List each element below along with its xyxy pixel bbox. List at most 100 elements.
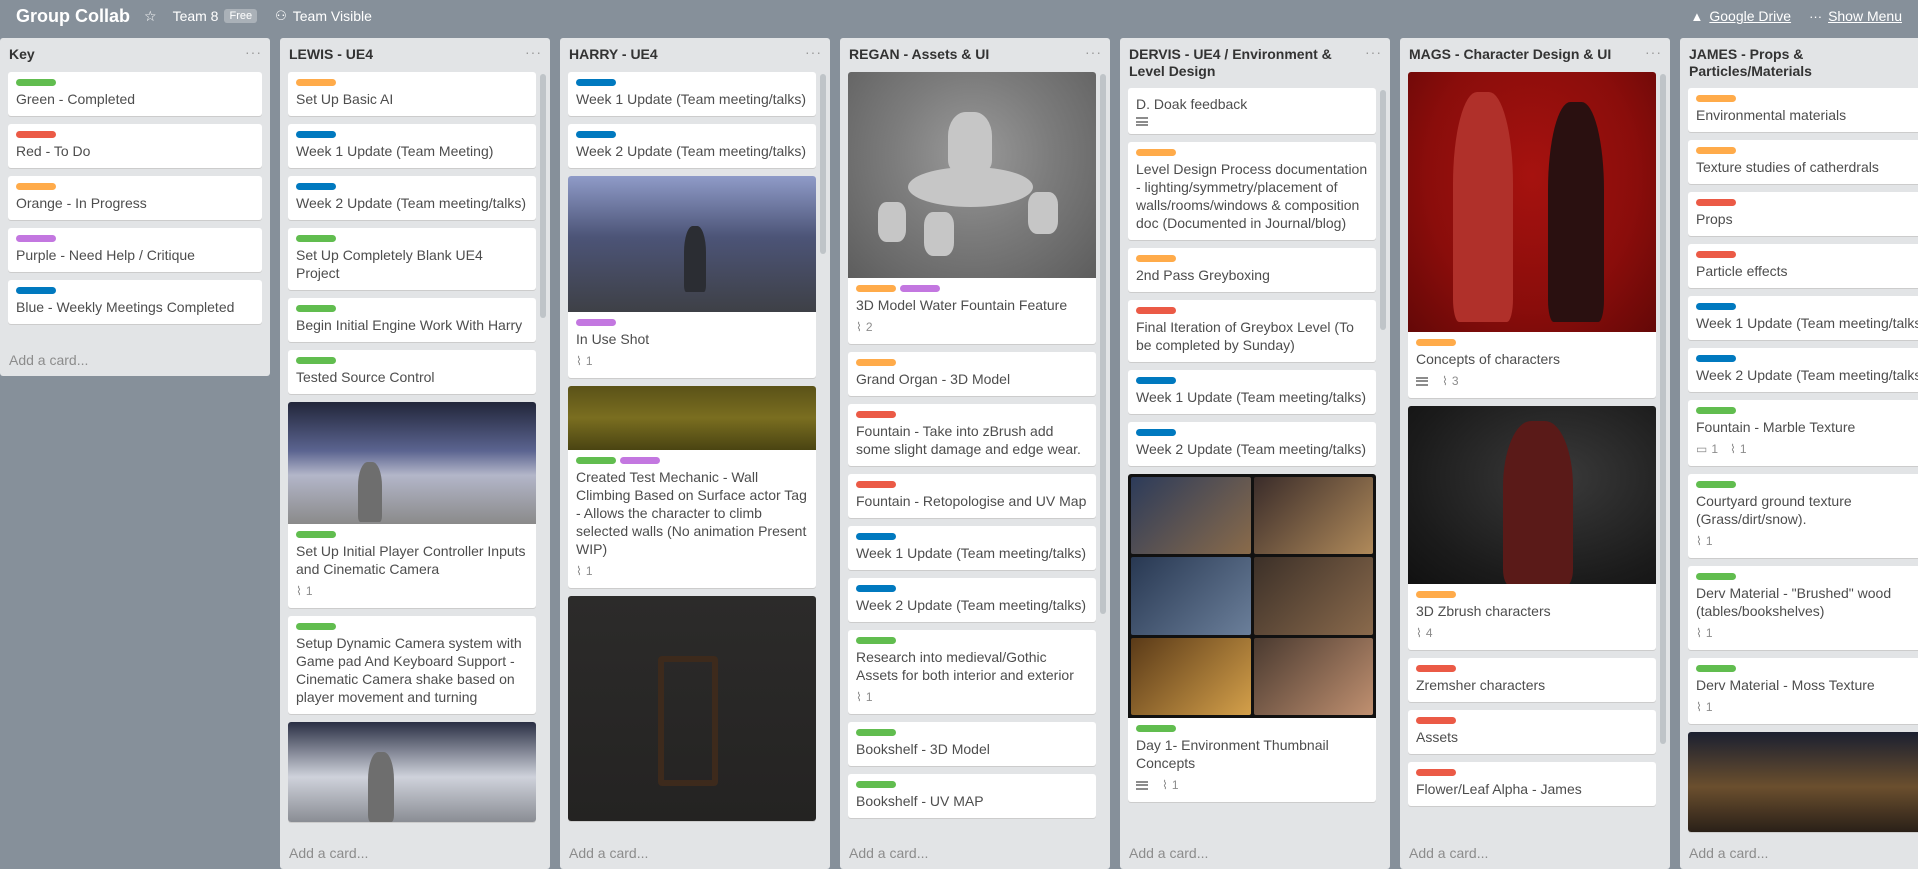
scrollbar[interactable] bbox=[820, 74, 826, 254]
list-card[interactable]: Concepts of characters ⌇ 3 bbox=[1408, 72, 1656, 398]
list-card[interactable]: Week 2 Update (Team meeting/talks) bbox=[848, 578, 1096, 622]
list-card[interactable]: Texture studies of catherdrals bbox=[1688, 140, 1918, 184]
list-card[interactable]: Begin Initial Engine Work With Harry bbox=[288, 298, 536, 342]
list-menu-icon[interactable]: ··· bbox=[245, 45, 262, 59]
list-card[interactable]: Fountain - Marble Texture ▭ 1 ⌇ 1 bbox=[1688, 400, 1918, 466]
list-card[interactable]: Bookshelf - 3D Model bbox=[848, 722, 1096, 766]
list-dervis: DERVIS - UE4 / Environment & Level Desig… bbox=[1120, 38, 1390, 869]
card-label bbox=[1696, 573, 1736, 580]
list-card[interactable]: Setup Dynamic Camera system with Game pa… bbox=[288, 616, 536, 714]
list-menu-icon[interactable]: ··· bbox=[1645, 45, 1662, 59]
list-card[interactable]: Assets bbox=[1408, 710, 1656, 754]
paperclip-icon: ⌇ bbox=[856, 690, 862, 704]
list-card[interactable]: Derv Material - "Brushed" wood (tables/b… bbox=[1688, 566, 1918, 650]
show-menu-button[interactable]: ··· Show Menu bbox=[1809, 8, 1902, 24]
list-card[interactable]: Level Design Process documentation - lig… bbox=[1128, 142, 1376, 240]
list-card[interactable]: Flower/Leaf Alpha - James bbox=[1408, 762, 1656, 806]
image-card[interactable] bbox=[1688, 732, 1918, 832]
add-card-button[interactable]: Add a card... bbox=[849, 845, 928, 861]
card-label bbox=[576, 79, 616, 86]
list-card[interactable]: Set Up Initial Player Controller Inputs … bbox=[288, 402, 536, 608]
list-card[interactable]: Courtyard ground texture (Grass/dirt/sno… bbox=[1688, 474, 1918, 558]
list-menu-icon[interactable]: ··· bbox=[525, 45, 542, 59]
scrollbar[interactable] bbox=[1380, 90, 1386, 330]
list-card[interactable]: Set Up Completely Blank UE4 Project bbox=[288, 228, 536, 290]
list-card[interactable]: Week 1 Update (Team meeting/talks) bbox=[848, 526, 1096, 570]
list-card[interactable]: Week 2 Update (Team meeting/talks) bbox=[288, 176, 536, 220]
list-card[interactable]: Created Test Mechanic - Wall Climbing Ba… bbox=[568, 386, 816, 588]
card-label bbox=[16, 79, 56, 86]
list-card[interactable]: Fountain - Retopologise and UV Map bbox=[848, 474, 1096, 518]
list-card[interactable]: Research into medieval/Gothic Assets for… bbox=[848, 630, 1096, 714]
card-labels bbox=[1416, 339, 1648, 346]
list-card[interactable]: Week 1 Update (Team Meeting) bbox=[288, 124, 536, 168]
list-card[interactable]: Tested Source Control bbox=[288, 350, 536, 394]
list-card[interactable]: Orange - In Progress bbox=[8, 176, 262, 220]
list-card[interactable]: Week 1 Update (Team meeting/talks) bbox=[1128, 370, 1376, 414]
add-card-button[interactable]: Add a card... bbox=[569, 845, 648, 861]
list-card[interactable]: In Use Shot ⌇ 1 bbox=[568, 176, 816, 378]
card-cover-image bbox=[1408, 406, 1656, 584]
team-button[interactable]: Team 8 Free bbox=[173, 8, 258, 24]
list-card[interactable]: Blue - Weekly Meetings Completed bbox=[8, 280, 262, 324]
comment-icon: ▭ bbox=[1696, 442, 1708, 456]
image-card[interactable] bbox=[568, 596, 816, 821]
list-card[interactable]: Day 1- Environment Thumbnail Concepts ⌇ 1 bbox=[1128, 474, 1376, 802]
attachment-badge: ⌇ 1 bbox=[296, 582, 313, 600]
card-title: Derv Material - Moss Texture bbox=[1696, 677, 1875, 693]
google-drive-button[interactable]: ▲ Google Drive bbox=[1690, 8, 1791, 24]
list-card[interactable]: Final Iteration of Greybox Level (To be … bbox=[1128, 300, 1376, 362]
list-card[interactable]: Red - To Do bbox=[8, 124, 262, 168]
visibility-button[interactable]: ⚇ Team Visible bbox=[275, 8, 372, 24]
list-card[interactable]: Zremsher characters bbox=[1408, 658, 1656, 702]
card-label bbox=[1696, 665, 1736, 672]
list-mags: MAGS - Character Design & UI ··· Concepts… bbox=[1400, 38, 1670, 869]
card-badges: ⌇ 2 bbox=[856, 318, 1088, 336]
card-badges bbox=[1136, 117, 1368, 126]
list-card[interactable]: 3D Zbrush characters ⌇ 4 bbox=[1408, 406, 1656, 650]
list-card[interactable]: Set Up Basic AI bbox=[288, 72, 536, 116]
list-menu-icon[interactable]: ··· bbox=[1085, 45, 1102, 59]
list-card[interactable]: Particle effects bbox=[1688, 244, 1918, 288]
list-card[interactable]: Props bbox=[1688, 192, 1918, 236]
scrollbar[interactable] bbox=[1100, 74, 1106, 614]
list-card[interactable]: Purple - Need Help / Critique bbox=[8, 228, 262, 272]
list-card[interactable]: Week 2 Update (Team meeting/talks) bbox=[1688, 348, 1918, 392]
card-title: Week 2 Update (Team meeting/talks) bbox=[1696, 367, 1918, 383]
list-menu-icon[interactable]: ··· bbox=[805, 45, 822, 59]
list-card[interactable]: Week 1 Update (Team meeting/talks) bbox=[1688, 296, 1918, 340]
attachment-badge: ⌇ 1 bbox=[1730, 440, 1747, 458]
add-card-button[interactable]: Add a card... bbox=[9, 352, 88, 368]
add-card-button[interactable]: Add a card... bbox=[1129, 845, 1208, 861]
star-icon[interactable]: ☆ bbox=[144, 8, 157, 25]
card-labels bbox=[576, 457, 808, 464]
card-badges: ▭ 1 ⌇ 1 bbox=[1696, 440, 1918, 458]
list-card[interactable]: Week 2 Update (Team meeting/talks) bbox=[568, 124, 816, 168]
card-title: 1 bbox=[305, 584, 313, 598]
comment-badge: ▭ 1 bbox=[1696, 440, 1718, 458]
add-card-button[interactable]: Add a card... bbox=[1409, 845, 1488, 861]
scrollbar[interactable] bbox=[540, 74, 546, 318]
list-menu-icon[interactable]: ··· bbox=[1365, 45, 1382, 59]
list-card[interactable]: 3D Model Water Fountain Feature ⌇ 2 bbox=[848, 72, 1096, 344]
add-card-button[interactable]: Add a card... bbox=[289, 845, 368, 861]
list-card[interactable]: 2nd Pass Greyboxing bbox=[1128, 248, 1376, 292]
list-card[interactable]: Environmental materials bbox=[1688, 88, 1918, 132]
board-title[interactable]: Group Collab bbox=[16, 6, 130, 27]
card-title: Tested Source Control bbox=[296, 369, 435, 385]
add-card-button[interactable]: Add a card... bbox=[1689, 845, 1768, 861]
card-labels bbox=[856, 411, 1088, 418]
list-card[interactable]: Grand Organ - 3D Model bbox=[848, 352, 1096, 396]
list-card[interactable]: Fountain - Take into zBrush add some sli… bbox=[848, 404, 1096, 466]
image-card[interactable] bbox=[288, 722, 536, 822]
attachment-badge: ⌇ 1 bbox=[1696, 698, 1713, 716]
scrollbar[interactable] bbox=[1660, 74, 1666, 744]
list-card[interactable]: Week 1 Update (Team meeting/talks) bbox=[568, 72, 816, 116]
list-card[interactable]: D. Doak feedback bbox=[1128, 88, 1376, 134]
list-card[interactable]: Green - Completed bbox=[8, 72, 262, 116]
card-labels bbox=[856, 533, 1088, 540]
list-card[interactable]: Derv Material - Moss Texture ⌇ 1 bbox=[1688, 658, 1918, 724]
list-card[interactable]: Bookshelf - UV MAP bbox=[848, 774, 1096, 818]
list-card[interactable]: Week 2 Update (Team meeting/talks) bbox=[1128, 422, 1376, 466]
card-label bbox=[856, 637, 896, 644]
